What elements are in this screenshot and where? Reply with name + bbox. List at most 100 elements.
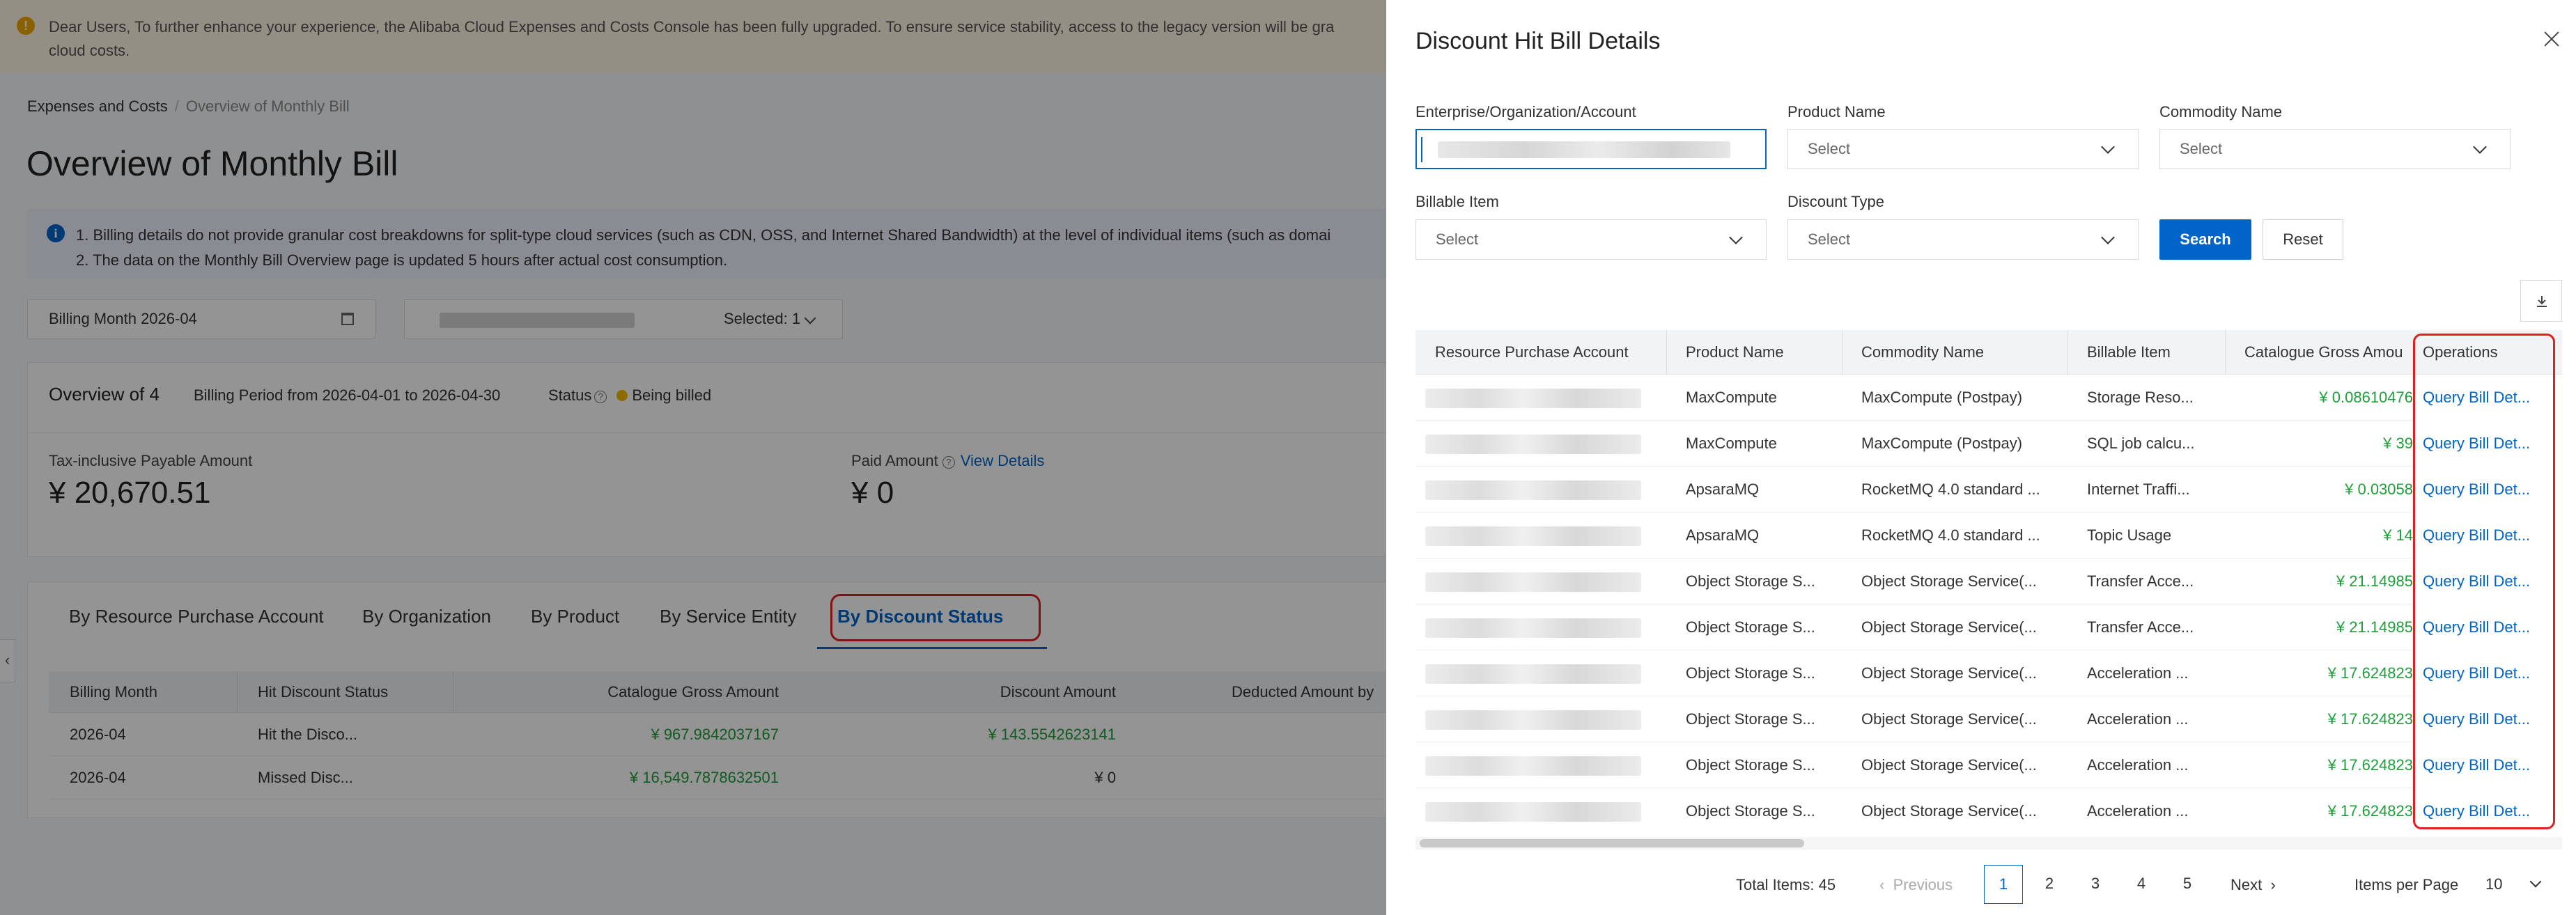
cell-product: ApsaraMQ — [1686, 480, 1760, 498]
column-header: Commodity Name — [1861, 343, 1985, 361]
cell-commodity: Object Storage Service(... — [1861, 756, 2037, 774]
download-icon — [2537, 296, 2547, 307]
commodity-filter-label: Commodity Name — [2159, 103, 2283, 120]
page-4-button[interactable]: 4 — [2122, 865, 2161, 904]
cell-product: ApsaraMQ — [1686, 526, 1760, 544]
select-placeholder: Select — [1436, 230, 1479, 248]
cell-billable-item: Transfer Acce... — [2087, 618, 2194, 636]
table-row: Object Storage S... Object Storage Servic… — [1415, 788, 2562, 831]
table-row: ApsaraMQ RocketMQ 4.0 standard ... Interne… — [1415, 467, 2562, 513]
table-row: Object Storage S... Object Storage Servic… — [1415, 650, 2562, 696]
cell-amount: ¥ 17.624823 — [2327, 756, 2413, 774]
discount-type-label: Discount Type — [1787, 193, 1885, 210]
column-header: Product Name — [1686, 343, 1784, 361]
billable-item-select[interactable]: Select — [1415, 219, 1767, 260]
billable-item-label: Billable Item — [1415, 193, 1499, 210]
chevron-down-icon — [2101, 140, 2115, 154]
cell-billable-item: Topic Usage — [2087, 526, 2172, 544]
cell-amount: ¥ 17.624823 — [2327, 664, 2413, 682]
bill-details-table: Resource Purchase Account Product Name C… — [1415, 330, 2562, 831]
redacted-account — [1438, 141, 1730, 158]
cell-commodity: Object Storage Service(... — [1861, 618, 2037, 636]
cell-billable-item: SQL job calcu... — [2087, 435, 2195, 452]
horizontal-scrollbar[interactable] — [1415, 837, 2562, 850]
items-per-page-label: Items per Page — [2354, 876, 2459, 893]
column-header: Catalogue Gross Amou — [2244, 343, 2403, 361]
cell-commodity: MaxCompute (Postpay) — [1861, 435, 2023, 452]
table-row: MaxCompute MaxCompute (Postpay) Storage Re… — [1415, 375, 2562, 421]
account-filter-input[interactable] — [1415, 129, 1767, 169]
cell-amount: ¥ 14 — [2383, 526, 2413, 544]
discount-type-select[interactable]: Select — [1787, 219, 2139, 260]
page-5-button[interactable]: 5 — [2168, 865, 2207, 904]
text-cursor — [1421, 137, 1422, 162]
product-name-select[interactable]: Select — [1787, 129, 2139, 169]
select-placeholder: Select — [2180, 140, 2223, 157]
search-button[interactable]: Search — [2159, 219, 2251, 260]
cell-commodity: MaxCompute (Postpay) — [1861, 389, 2023, 406]
scrollbar-thumb[interactable] — [1420, 839, 1804, 847]
download-button[interactable] — [2520, 280, 2562, 322]
cell-amount: ¥ 0.03058 — [2345, 480, 2413, 498]
cell-product: Object Storage S... — [1686, 802, 1815, 820]
cell-commodity: Object Storage Service(... — [1861, 664, 2037, 682]
cell-amount: ¥ 17.624823 — [2327, 710, 2413, 728]
redacted-account — [1425, 526, 1641, 546]
cell-amount: ¥ 39 — [2383, 435, 2413, 452]
table-row: Object Storage S... Object Storage Servic… — [1415, 558, 2562, 604]
redacted-account — [1425, 802, 1641, 822]
cell-billable-item: Storage Reso... — [2087, 389, 2194, 406]
cell-product: Object Storage S... — [1686, 572, 1815, 590]
pagination-total: Total Items: 45 — [1736, 876, 1836, 893]
redacted-account — [1425, 572, 1641, 592]
modal-overlay[interactable] — [0, 0, 1386, 915]
cell-billable-item: Transfer Acce... — [2087, 572, 2194, 590]
page-3-button[interactable]: 3 — [2076, 865, 2115, 904]
items-per-page-select[interactable]: 10 — [2477, 866, 2554, 902]
cell-product: Object Storage S... — [1686, 618, 1815, 636]
pagination-next[interactable]: Next › — [2230, 876, 2276, 894]
chevron-down-icon — [1729, 230, 1743, 244]
redacted-account — [1425, 618, 1641, 638]
chevron-down-icon — [2473, 140, 2487, 154]
page-2-button[interactable]: 2 — [2030, 865, 2069, 904]
select-placeholder: Select — [1808, 230, 1851, 248]
chevron-down-icon — [2101, 230, 2115, 244]
cell-billable-item: Acceleration ... — [2087, 710, 2189, 728]
cell-amount: ¥ 0.08610476 — [2319, 389, 2413, 406]
previous-label: Previous — [1893, 876, 1953, 893]
cell-commodity: Object Storage Service(... — [1861, 802, 2037, 820]
redacted-account — [1425, 435, 1641, 454]
redacted-account — [1425, 664, 1641, 684]
discount-hit-bill-drawer: Discount Hit Bill Details Enterprise/Org… — [1386, 0, 2576, 915]
redacted-account — [1425, 389, 1641, 408]
commodity-name-select[interactable]: Select — [2159, 129, 2511, 169]
chevron-down-icon — [2529, 875, 2542, 888]
cell-product: MaxCompute — [1686, 435, 1777, 452]
drawer-title: Discount Hit Bill Details — [1415, 28, 1661, 54]
cell-commodity: RocketMQ 4.0 standard ... — [1861, 526, 2040, 544]
table-header: Resource Purchase Account Product Name C… — [1415, 330, 2562, 375]
column-header: Billable Item — [2087, 343, 2171, 361]
cell-product: MaxCompute — [1686, 389, 1777, 406]
close-icon[interactable] — [2541, 29, 2562, 50]
redacted-account — [1425, 756, 1641, 776]
redacted-account — [1425, 480, 1641, 500]
table-row: Object Storage S... Object Storage Servic… — [1415, 742, 2562, 788]
reset-button[interactable]: Reset — [2263, 219, 2343, 260]
table-row: ApsaraMQ RocketMQ 4.0 standard ... Topic U… — [1415, 513, 2562, 558]
column-header: Resource Purchase Account — [1435, 343, 1629, 361]
column-divider — [2067, 330, 2068, 375]
table-row: MaxCompute MaxCompute (Postpay) SQL job ca… — [1415, 421, 2562, 467]
column-divider — [1666, 330, 1667, 375]
page-1-button[interactable]: 1 — [1984, 865, 2023, 904]
pagination-previous[interactable]: ‹ Previous — [1879, 876, 1953, 894]
items-per-page-value: 10 — [2485, 875, 2503, 893]
next-label: Next — [2230, 876, 2263, 893]
table-row: Object Storage S... Object Storage Servic… — [1415, 696, 2562, 742]
cell-amount: ¥ 17.624823 — [2327, 802, 2413, 820]
cell-billable-item: Internet Traffi... — [2087, 480, 2190, 498]
annotation-highlight — [2413, 334, 2555, 829]
cell-amount: ¥ 21.14985 — [2336, 618, 2413, 636]
cell-product: Object Storage S... — [1686, 756, 1815, 774]
